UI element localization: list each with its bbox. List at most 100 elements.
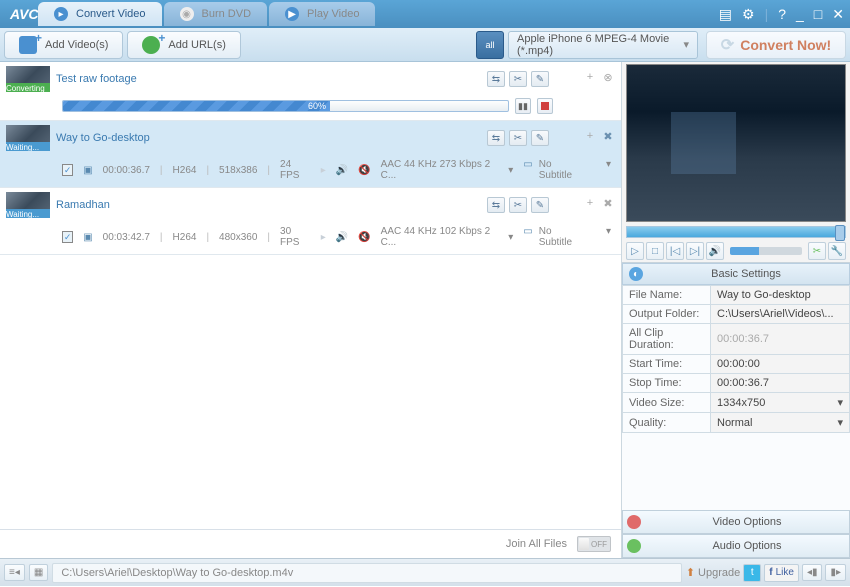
file-path[interactable]: C:\Users\Ariel\Desktop\Way to Go-desktop…	[52, 563, 682, 583]
facebook-like-button[interactable]: f Like	[764, 564, 799, 582]
refresh-icon: ⟳	[721, 35, 734, 55]
subtitle-dropdown[interactable]: ▾	[606, 226, 611, 248]
sound-mute-icon[interactable]: 🔇	[358, 165, 370, 176]
format-preset-button[interactable]: all	[476, 31, 504, 59]
label: Quality:	[623, 413, 711, 433]
convert-now-button[interactable]: ⟳ Convert Now!	[706, 31, 846, 59]
add-icon[interactable]: +	[583, 197, 597, 213]
basic-settings-header[interactable]: ◐ Basic Settings	[622, 263, 850, 285]
close-icon[interactable]: ✕	[830, 6, 846, 23]
resolution: 480x360	[219, 232, 257, 243]
button-label: Add URL(s)	[168, 39, 225, 51]
list-view-button[interactable]: ≡◂	[4, 564, 25, 581]
sound-on-icon[interactable]: 🔊	[336, 165, 348, 176]
twitter-button[interactable]: t	[743, 564, 761, 582]
tab-convert-video[interactable]: ▸ Convert Video	[38, 2, 162, 26]
cut-button[interactable]: ✂	[509, 130, 527, 146]
add-urls-button[interactable]: Add URL(s)	[127, 31, 240, 59]
store-icon[interactable]: ▤	[717, 6, 734, 23]
file-title[interactable]: Ramadhan	[56, 199, 110, 211]
remove-icon[interactable]: ✖	[601, 197, 615, 213]
prev-button[interactable]: |◁	[666, 242, 684, 260]
grid-view-button[interactable]: ▦	[29, 564, 48, 581]
output-format-dropdown[interactable]: Apple iPhone 6 MPEG-4 Movie (*.mp4) ▾	[508, 31, 698, 59]
chevron-down-icon: ▾	[837, 396, 843, 409]
sound-on-icon[interactable]: 🔊	[336, 232, 348, 243]
join-files-toggle[interactable]: OFF	[577, 536, 611, 552]
add-icon[interactable]: +	[583, 130, 597, 146]
settings-section-icon: ◐	[629, 267, 643, 281]
next-button[interactable]: ▮▸	[825, 564, 846, 581]
file-title[interactable]: Test raw footage	[56, 73, 137, 85]
file-item[interactable]: Converting Test raw footage ⇆ ✂ ✎ + ⊗ 60…	[0, 62, 621, 121]
play-button[interactable]: ▷	[626, 242, 644, 260]
pause-button[interactable]: ▮▮	[515, 98, 531, 114]
like-label: Like	[776, 567, 794, 578]
video-size-dropdown[interactable]: 1334x750▾	[711, 393, 850, 413]
preview-player[interactable]	[626, 64, 846, 222]
settings-icon[interactable]: ⚙	[740, 6, 757, 23]
section-title: Basic Settings	[649, 268, 843, 280]
remove-icon[interactable]: ✖	[601, 130, 615, 146]
cut-button[interactable]: ✂	[509, 71, 527, 87]
prev-button[interactable]: ◂▮	[802, 564, 823, 581]
file-name-field[interactable]: Way to Go-desktop	[711, 286, 850, 305]
add-videos-button[interactable]: Add Video(s)	[4, 31, 123, 59]
app-logo: AVC	[4, 6, 38, 22]
volume-icon[interactable]: 🔊	[706, 242, 724, 260]
status-badge: Waiting...	[6, 209, 50, 218]
label: Stop Time:	[623, 374, 711, 393]
checkbox[interactable]: ✓	[62, 231, 73, 243]
stop-button[interactable]	[537, 98, 553, 114]
edit-button[interactable]: ✎	[531, 71, 549, 87]
swap-button[interactable]: ⇆	[487, 197, 505, 213]
codec: H264	[173, 232, 197, 243]
quality-dropdown[interactable]: Normal▾	[711, 413, 850, 433]
stop-button[interactable]: □	[646, 242, 664, 260]
next-button[interactable]: ▷|	[686, 242, 704, 260]
progress-bar: 60%	[62, 100, 509, 112]
snapshot-button[interactable]: ✂	[808, 242, 826, 260]
subtitle-dropdown[interactable]: ▾	[606, 159, 611, 181]
tab-play-video[interactable]: ▶ Play Video	[269, 2, 375, 26]
audio-dropdown[interactable]: ▾	[508, 232, 513, 243]
cut-button[interactable]: ✂	[509, 197, 527, 213]
file-item[interactable]: Waiting... Way to Go-desktop ⇆ ✂ ✎ + ✖ ✓…	[0, 121, 621, 188]
maximize-icon[interactable]: □	[812, 6, 824, 22]
button-label: Audio Options	[649, 540, 845, 552]
sound-mute-icon[interactable]: 🔇	[358, 232, 370, 243]
help-icon[interactable]: ?	[776, 6, 788, 22]
button-label: Add Video(s)	[45, 39, 108, 51]
output-folder-field[interactable]: C:\Users\Ariel\Videos\...	[711, 305, 850, 324]
upgrade-link[interactable]: Upgrade	[698, 567, 740, 579]
file-list: Converting Test raw footage ⇆ ✂ ✎ + ⊗ 60…	[0, 62, 622, 558]
edit-button[interactable]: ✎	[531, 197, 549, 213]
arrow-right-icon: ▸	[321, 232, 326, 243]
add-icon[interactable]: +	[583, 71, 597, 87]
stop-time-field[interactable]: 00:00:36.7	[711, 374, 850, 393]
checkbox[interactable]: ✓	[62, 164, 73, 176]
tab-burn-dvd[interactable]: ◉ Burn DVD	[164, 2, 268, 26]
video-options-button[interactable]: Video Options	[622, 510, 850, 534]
duration: 00:03:42.7	[103, 232, 150, 243]
preview-timeline[interactable]	[626, 226, 846, 238]
tool-button[interactable]: 🔧	[828, 242, 846, 260]
file-title[interactable]: Way to Go-desktop	[56, 132, 150, 144]
swap-button[interactable]: ⇆	[487, 71, 505, 87]
subtitle-label: No Subtitle	[539, 159, 580, 181]
arrow-right-icon: ▸	[321, 165, 326, 176]
swap-button[interactable]: ⇆	[487, 130, 505, 146]
audio-dropdown[interactable]: ▾	[508, 165, 513, 176]
edit-button[interactable]: ✎	[531, 130, 549, 146]
remove-icon[interactable]: ⊗	[601, 71, 615, 87]
label: All Clip Duration:	[623, 324, 711, 355]
minimize-icon[interactable]: _	[794, 6, 806, 22]
start-time-field[interactable]: 00:00:00	[711, 355, 850, 374]
audio-info: AAC 44 KHz 273 Kbps 2 C...	[381, 159, 499, 181]
file-item[interactable]: Waiting... Ramadhan ⇆ ✂ ✎ + ✖ ✓ ▣ 00:03:…	[0, 188, 621, 255]
divider: |	[763, 6, 771, 22]
volume-slider[interactable]	[730, 247, 802, 255]
audio-options-button[interactable]: Audio Options	[622, 534, 850, 558]
label: File Name:	[623, 286, 711, 305]
chevron-down-icon: ▾	[837, 416, 843, 429]
